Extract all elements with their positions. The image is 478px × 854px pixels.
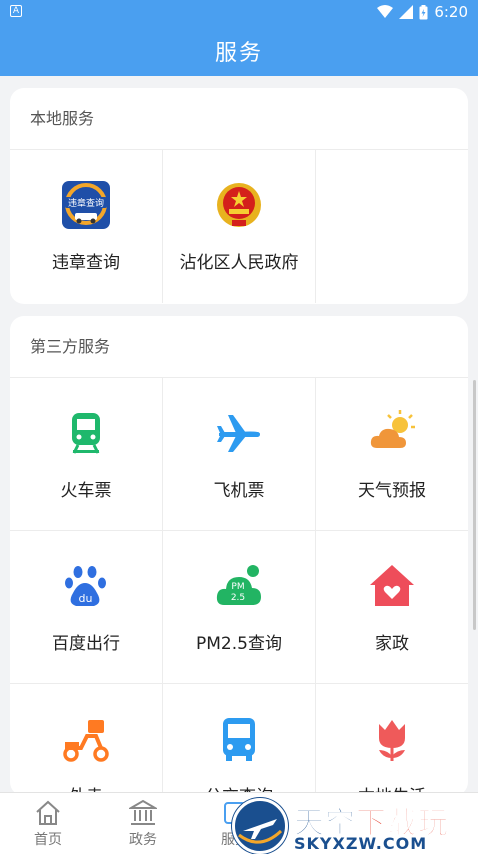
bus-icon: [223, 718, 255, 761]
watermark-url: SKYXZW.COM: [294, 834, 428, 853]
airplane-icon: [217, 415, 260, 452]
weather-icon: [370, 410, 415, 448]
nav-government[interactable]: 政务: [108, 799, 178, 849]
app-bar: 服务: [0, 25, 478, 76]
house-icon: [370, 565, 414, 606]
service-label: 天气预报: [358, 481, 426, 501]
status-icons: 6:20: [377, 3, 468, 21]
svg-text:违章查询: 违章查询: [68, 197, 104, 209]
empty-cell: [316, 150, 468, 303]
nav-home[interactable]: 首页: [13, 799, 83, 849]
service-bus-query[interactable]: 公交查询: [163, 684, 316, 796]
notification-icon: A: [10, 5, 22, 17]
wifi-icon: [377, 5, 394, 18]
svg-text:du: du: [79, 592, 93, 605]
third-party-services-card: 第三方服务 火车票 飞机票 天气预报 du 百度出行 PM 2.5 PM2.5查…: [10, 316, 468, 796]
traffic-violation-icon: 违章查询: [62, 181, 110, 229]
nav-label: 首页: [34, 832, 62, 848]
government-building-icon: [129, 799, 157, 825]
service-pm25[interactable]: PM 2.5 PM2.5查询: [163, 531, 316, 684]
scooter-icon: [63, 720, 109, 762]
section-title: 第三方服务: [10, 316, 468, 378]
service-zhanhua-government[interactable]: 沾化区人民政府: [163, 150, 316, 303]
svg-text:2.5: 2.5: [231, 593, 245, 603]
service-local-life[interactable]: 本地生活: [316, 684, 468, 796]
service-label: 百度出行: [52, 634, 120, 654]
service-label: 沾化区人民政府: [179, 253, 299, 273]
scrollbar[interactable]: [473, 380, 476, 630]
service-train-tickets[interactable]: 火车票: [10, 378, 163, 531]
service-flight-tickets[interactable]: 飞机票: [163, 378, 316, 531]
service-housekeeping[interactable]: 家政: [316, 531, 468, 684]
service-takeout[interactable]: 外卖: [10, 684, 163, 796]
clock: 6:20: [434, 3, 468, 21]
service-label: 违章查询: [52, 253, 120, 273]
service-baidu-travel[interactable]: du 百度出行: [10, 531, 163, 684]
home-icon: [36, 800, 60, 825]
service-label: 火车票: [60, 481, 112, 501]
government-emblem-icon: [217, 183, 261, 227]
service-label: PM2.5查询: [196, 634, 282, 654]
signal-icon: [399, 5, 414, 19]
page-title: 服务: [214, 41, 263, 66]
train-icon: [72, 413, 100, 454]
watermark-logo: 天空下载玩 SKYXZW.COM: [232, 796, 478, 854]
pm25-icon: PM 2.5: [216, 565, 261, 605]
local-services-card: 本地服务 违章查询 违章查询 沾化区人民政府: [10, 88, 468, 304]
service-label: 家政: [375, 634, 409, 654]
baidu-icon: du: [65, 566, 106, 606]
svg-text:PM: PM: [231, 582, 244, 592]
service-traffic-violation[interactable]: 违章查询 违章查询: [10, 150, 163, 303]
service-weather[interactable]: 天气预报: [316, 378, 468, 531]
section-title: 本地服务: [10, 88, 468, 150]
nav-label: 政务: [129, 832, 157, 848]
watermark-plane-icon: [232, 798, 288, 854]
tulip-icon: [379, 720, 405, 761]
battery-icon: [419, 4, 428, 19]
status-bar: A 6:20: [0, 0, 478, 25]
service-label: 飞机票: [213, 481, 265, 501]
